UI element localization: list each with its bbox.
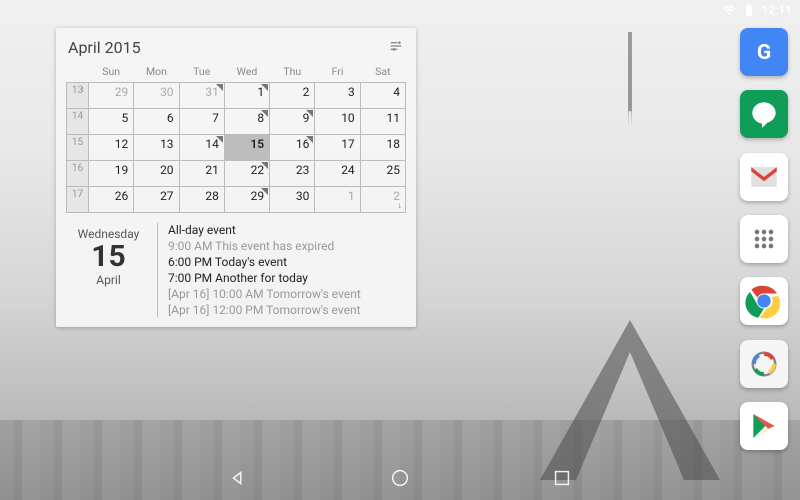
wallpaper-tower xyxy=(560,32,700,472)
calendar-dow-header: Fri xyxy=(315,63,360,83)
wifi-icon xyxy=(722,3,736,17)
calendar-day[interactable]: 1 xyxy=(315,187,360,213)
event-indicator-icon xyxy=(261,84,268,91)
calendar-day[interactable]: 26 xyxy=(89,187,134,213)
calendar-day[interactable]: 4 xyxy=(360,83,405,109)
app-gmail[interactable] xyxy=(740,153,788,201)
calendar-day[interactable]: 8 xyxy=(224,109,269,135)
calendar-grid: SunMonTueWedThuFriSat 13↑293031123414567… xyxy=(66,63,406,213)
event-indicator-icon xyxy=(306,136,313,143)
agenda-event[interactable]: [Apr 16] 12:00 PM Tomorrow's event xyxy=(168,303,406,317)
event-indicator-icon xyxy=(306,110,313,117)
calendar-day[interactable]: 3 xyxy=(315,83,360,109)
app-camera[interactable] xyxy=(740,340,788,388)
calendar-day[interactable]: 30 xyxy=(270,187,315,213)
calendar-day[interactable]: 14 xyxy=(179,135,224,161)
calendar-day[interactable]: 1 xyxy=(224,83,269,109)
app-hangouts[interactable] xyxy=(740,90,788,138)
calendar-day[interactable]: 11 xyxy=(360,109,405,135)
agenda: Wednesday 15 April All-day event 9:00 AM … xyxy=(66,223,406,317)
app-play[interactable] xyxy=(740,402,788,450)
calendar-dow-header: Thu xyxy=(270,63,315,83)
calendar-day[interactable]: 12 xyxy=(89,135,134,161)
week-number: 14 xyxy=(67,109,89,135)
calendar-day[interactable]: 19 xyxy=(89,161,134,187)
calendar-day[interactable]: 31 xyxy=(179,83,224,109)
app-chrome[interactable] xyxy=(740,277,788,325)
calendar-day[interactable]: 30 xyxy=(134,83,179,109)
agenda-event[interactable]: 9:00 AM This event has expired xyxy=(168,239,406,253)
agenda-event[interactable]: 6:00 PM Today's event xyxy=(168,255,406,269)
calendar-day[interactable]: 15 xyxy=(224,135,269,161)
calendar-day[interactable]: 22 xyxy=(224,161,269,187)
calendar-day[interactable]: 25 xyxy=(360,161,405,187)
event-indicator-icon xyxy=(216,84,223,91)
settings-icon[interactable] xyxy=(388,38,404,57)
calendar-day[interactable]: 28 xyxy=(179,187,224,213)
week-number: 16 xyxy=(67,161,89,187)
calendar-dow-header: Tue xyxy=(179,63,224,83)
event-indicator-icon xyxy=(261,162,268,169)
week-number: 17 xyxy=(67,187,89,213)
agenda-event[interactable]: [Apr 16] 10:00 AM Tomorrow's event xyxy=(168,287,406,301)
calendar-day[interactable]: 9 xyxy=(270,109,315,135)
calendar-day[interactable]: 29 xyxy=(89,83,134,109)
calendar-day[interactable]: 29 xyxy=(224,187,269,213)
event-indicator-icon xyxy=(261,188,268,195)
calendar-day[interactable]: 5 xyxy=(89,109,134,135)
calendar-day[interactable]: 20 xyxy=(134,161,179,187)
calendar-day[interactable]: 27 xyxy=(134,187,179,213)
calendar-day[interactable]: 24 xyxy=(315,161,360,187)
calendar-day[interactable]: 2 xyxy=(270,83,315,109)
calendar-day[interactable]: 6 xyxy=(134,109,179,135)
nav-bar xyxy=(0,456,800,500)
agenda-event[interactable]: 7:00 PM Another for today xyxy=(168,271,406,285)
event-indicator-icon xyxy=(216,136,223,143)
event-indicator-icon xyxy=(261,110,268,117)
calendar-widget: April 2015 SunMonTueWedThuFriSat 13↑2930… xyxy=(56,28,416,327)
app-dock: G xyxy=(734,28,794,450)
nav-recent[interactable] xyxy=(551,467,573,489)
agenda-event[interactable]: All-day event xyxy=(168,223,406,237)
nav-home[interactable] xyxy=(389,467,411,489)
agenda-dom: 15 xyxy=(66,241,151,273)
calendar-day[interactable]: 18 xyxy=(360,135,405,161)
calendar-day[interactable]: 16 xyxy=(270,135,315,161)
app-google[interactable]: G xyxy=(740,28,788,76)
calendar-day[interactable]: 17 xyxy=(315,135,360,161)
status-bar: 12:11 xyxy=(0,0,800,20)
calendar-dow-header: Mon xyxy=(134,63,179,83)
calendar-day[interactable]: 7 xyxy=(179,109,224,135)
agenda-date[interactable]: Wednesday 15 April xyxy=(66,223,158,317)
week-number: 13↑ xyxy=(67,83,89,109)
calendar-dow-header: Sat xyxy=(360,63,405,83)
widget-title[interactable]: April 2015 xyxy=(68,38,141,57)
calendar-day[interactable]: 21 xyxy=(179,161,224,187)
battery-icon xyxy=(742,3,756,17)
calendar-dow-header: Wed xyxy=(224,63,269,83)
calendar-day[interactable]: 10 xyxy=(315,109,360,135)
status-time: 12:11 xyxy=(762,3,792,17)
nav-back[interactable] xyxy=(227,467,249,489)
calendar-day[interactable]: 2↓ xyxy=(360,187,405,213)
calendar-day[interactable]: 13 xyxy=(134,135,179,161)
agenda-list: All-day event 9:00 AM This event has expi… xyxy=(158,223,406,317)
calendar-day[interactable]: 23 xyxy=(270,161,315,187)
calendar-dow-header: Sun xyxy=(89,63,134,83)
app-drawer[interactable] xyxy=(740,215,788,263)
agenda-month: April xyxy=(66,273,151,287)
week-number: 15 xyxy=(67,135,89,161)
svg-text:G: G xyxy=(757,41,771,65)
